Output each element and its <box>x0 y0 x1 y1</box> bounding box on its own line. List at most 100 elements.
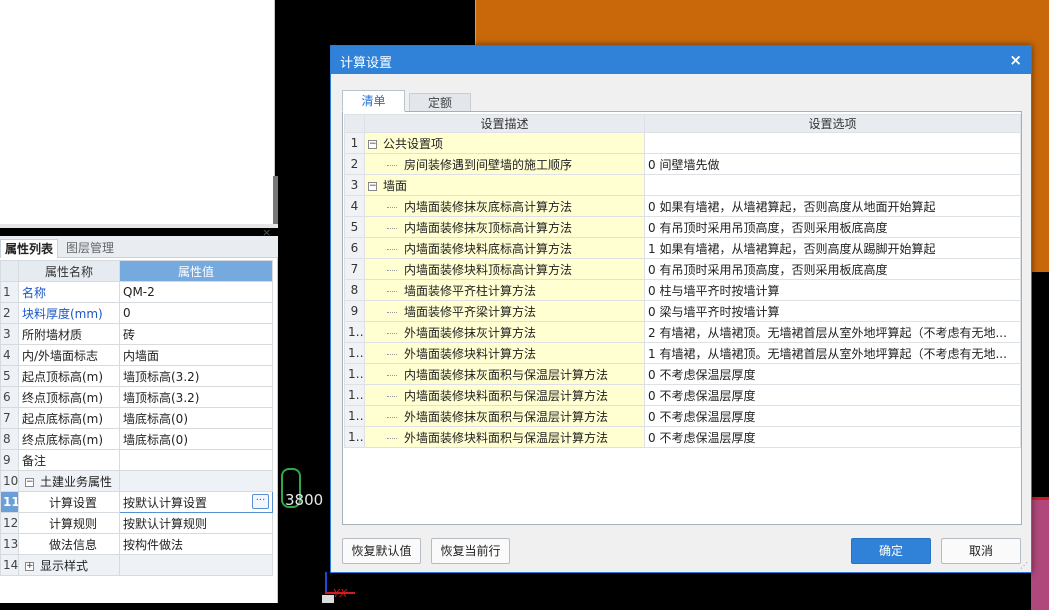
property-row[interactable]: 4 内/外墙面标志 内墙面 <box>0 344 273 366</box>
settings-row[interactable]: 2 房间装修遇到间壁墙的施工顺序 0 间壁墙先做 <box>344 153 1021 175</box>
settings-row[interactable]: 12 内墙面装修抹灰面积与保温层计算方法 0 不考虑保温层厚度 <box>344 363 1021 385</box>
property-value[interactable]: 墙顶标高(3.2) <box>119 386 273 408</box>
restore-default-button[interactable]: 恢复默认值 <box>342 538 421 564</box>
property-value[interactable] <box>119 554 273 576</box>
property-panel: 属性列表 图层管理 属性名称 属性值 1 名称 QM-2 2 块料厚度(mm) 0 3 所附墙… <box>0 236 278 603</box>
row-number: 5 <box>344 216 365 238</box>
setting-option[interactable]: 2 有墙裙，从墙裙顶。无墙裙首层从室外地坪算起（不考虑有无地... <box>644 321 1021 343</box>
setting-description-text: 公共设置项 <box>383 136 444 151</box>
tab-bill-list[interactable]: 清单 <box>342 90 405 112</box>
left-scrollbar[interactable] <box>273 176 278 224</box>
property-value-text: 0 <box>123 306 131 320</box>
property-row[interactable]: 1 名称 QM-2 <box>0 281 273 303</box>
setting-option[interactable]: 0 不考虑保温层厚度 <box>644 363 1021 385</box>
tab-property-list[interactable]: 属性列表 <box>0 239 58 258</box>
setting-option[interactable]: 1 如果有墙裙，从墙裙算起，否则高度从踢脚开始算起 <box>644 237 1021 259</box>
settings-row[interactable]: 7 内墙面装修块料顶标高计算方法 0 有吊顶时采用吊顶高度，否则采用板底高度 <box>344 258 1021 280</box>
settings-row[interactable]: 15 外墙面装修块料面积与保温层计算方法 0 不考虑保温层厚度 <box>344 426 1021 448</box>
row-number: 10 <box>344 321 365 343</box>
setting-description: 内墙面装修抹灰面积与保温层计算方法 <box>364 363 645 385</box>
property-row[interactable]: 9 备注 <box>0 449 273 471</box>
tab-quota[interactable]: 定额 <box>409 93 471 112</box>
ok-button[interactable]: 确定 <box>851 538 931 564</box>
collapse-icon[interactable]: − <box>368 181 377 191</box>
settings-row[interactable]: 14 外墙面装修抹灰面积与保温层计算方法 0 不考虑保温层厚度 <box>344 405 1021 427</box>
panel-splitter[interactable] <box>0 224 278 228</box>
settings-row[interactable]: 11 外墙面装修块料计算方法 1 有墙裙，从墙裙顶。无墙裙首层从室外地坪算起（不考虑… <box>344 342 1021 364</box>
property-value[interactable]: 按默认计算设置 ··· <box>119 491 273 513</box>
property-value[interactable]: 内墙面 <box>119 344 273 366</box>
property-row[interactable]: 5 起点顶标高(m) 墙顶标高(3.2) <box>0 365 273 387</box>
collapse-icon[interactable]: − <box>368 139 377 149</box>
property-value-text: 砖 <box>123 327 136 342</box>
settings-row[interactable]: 10 外墙面装修抹灰计算方法 2 有墙裙，从墙裙顶。无墙裙首层从室外地坪算起（不考虑… <box>344 321 1021 343</box>
setting-option[interactable]: 0 不考虑保温层厚度 <box>644 384 1021 406</box>
setting-option[interactable]: 0 不考虑保温层厚度 <box>644 426 1021 448</box>
setting-option[interactable]: 0 有吊顶时采用吊顶高度，否则采用板底高度 <box>644 258 1021 280</box>
property-value[interactable]: 墙底标高(0) <box>119 428 273 450</box>
row-number: 10 <box>0 470 19 492</box>
settings-row[interactable]: 1− 公共设置项 <box>344 132 1021 154</box>
tree-connector <box>387 164 397 166</box>
restore-current-row-button[interactable]: 恢复当前行 <box>431 538 510 564</box>
property-value-text: 按默认计算设置 <box>123 495 208 510</box>
settings-row[interactable]: 13 内墙面装修块料面积与保温层计算方法 0 不考虑保温层厚度 <box>344 384 1021 406</box>
setting-description: 墙面装修平齐柱计算方法 <box>364 279 645 301</box>
property-name: 内/外墙面标志 <box>18 344 120 366</box>
property-value-text: 按默认计算规则 <box>123 516 208 531</box>
setting-option[interactable]: 0 柱与墙平齐时按墙计算 <box>644 279 1021 301</box>
tab-layer-manager[interactable]: 图层管理 <box>62 239 124 258</box>
dialog-title-bar[interactable]: 计算设置 × <box>331 46 1031 74</box>
row-number: 6 <box>0 386 19 408</box>
settings-row[interactable]: 6 内墙面装修块料底标高计算方法 1 如果有墙裙，从墙裙算起，否则高度从踢脚开始算起 <box>344 237 1021 259</box>
property-value[interactable]: 砖 <box>119 323 273 345</box>
property-row[interactable]: 6 终点顶标高(m) 墙顶标高(3.2) <box>0 386 273 408</box>
property-row[interactable]: 3 所附墙材质 砖 <box>0 323 273 345</box>
property-name-label: 起点顶标高(m) <box>22 369 104 384</box>
property-value[interactable]: 按构件做法 <box>119 533 273 555</box>
tree-connector <box>387 269 397 271</box>
dialog-close-icon[interactable]: × <box>1009 51 1022 69</box>
ellipsis-button[interactable]: ··· <box>252 494 269 509</box>
property-name-label: 土建业务属性 <box>40 474 113 489</box>
setting-option[interactable]: 0 梁与墙平齐时按墙计算 <box>644 300 1021 322</box>
settings-row[interactable]: 5 内墙面装修抹灰顶标高计算方法 0 有吊顶时采用吊顶高度，否则采用板底高度 <box>344 216 1021 238</box>
settings-row[interactable]: 9 墙面装修平齐梁计算方法 0 梁与墙平齐时按墙计算 <box>344 300 1021 322</box>
property-row[interactable]: 7 起点底标高(m) 墙底标高(0) <box>0 407 273 429</box>
property-value[interactable]: QM-2 <box>119 281 273 303</box>
property-row[interactable]: 8 终点底标高(m) 墙底标高(0) <box>0 428 273 450</box>
collapse-icon[interactable]: − <box>25 477 34 487</box>
settings-row[interactable]: 4 内墙面装修抹灰底标高计算方法 0 如果有墙裙，从墙裙算起，否则高度从地面开始算起 <box>344 195 1021 217</box>
expand-icon[interactable]: + <box>25 561 34 571</box>
property-name-label: 起点底标高(m) <box>22 411 104 426</box>
property-row[interactable]: 13 做法信息 按构件做法 <box>0 533 273 555</box>
property-value[interactable]: 0 <box>119 302 273 324</box>
property-value[interactable] <box>119 470 273 492</box>
property-row[interactable]: 14 + 显示样式 <box>0 554 273 576</box>
property-value[interactable]: 墙顶标高(3.2) <box>119 365 273 387</box>
setting-description: 墙面装修平齐梁计算方法 <box>364 300 645 322</box>
property-value[interactable]: 墙底标高(0) <box>119 407 273 429</box>
property-name-header: 属性名称 <box>18 260 120 282</box>
settings-row[interactable]: 8 墙面装修平齐柱计算方法 0 柱与墙平齐时按墙计算 <box>344 279 1021 301</box>
settings-row[interactable]: 3− 墙面 <box>344 174 1021 196</box>
property-row[interactable]: 10− 土建业务属性 <box>0 470 273 492</box>
setting-option[interactable]: 1 有墙裙，从墙裙顶。无墙裙首层从室外地坪算起（不考虑有无地... <box>644 342 1021 364</box>
property-value[interactable]: 按默认计算规则 <box>119 512 273 534</box>
resize-grip-icon[interactable]: ⋰ <box>1020 561 1028 570</box>
property-value[interactable] <box>119 449 273 471</box>
cancel-button[interactable]: 取消 <box>941 538 1021 564</box>
property-row[interactable]: 11 计算设置 按默认计算设置 ··· <box>0 491 273 513</box>
setting-option[interactable]: 0 间壁墙先做 <box>644 153 1021 175</box>
setting-option[interactable]: 0 不考虑保温层厚度 <box>644 405 1021 427</box>
setting-description-text: 内墙面装修抹灰面积与保温层计算方法 <box>404 367 609 382</box>
property-row[interactable]: 12 计算规则 按默认计算规则 <box>0 512 273 534</box>
setting-option[interactable]: 0 如果有墙裙，从墙裙算起，否则高度从地面开始算起 <box>644 195 1021 217</box>
row-number: 8 <box>0 428 19 450</box>
setting-description: − 公共设置项 <box>364 132 645 154</box>
property-row[interactable]: 2 块料厚度(mm) 0 <box>0 302 273 324</box>
tree-connector <box>387 311 397 313</box>
setting-option[interactable]: 0 有吊顶时采用吊顶高度，否则采用板底高度 <box>644 216 1021 238</box>
property-name-label: 做法信息 <box>49 537 98 552</box>
property-value-text: 墙顶标高(3.2) <box>123 390 200 405</box>
